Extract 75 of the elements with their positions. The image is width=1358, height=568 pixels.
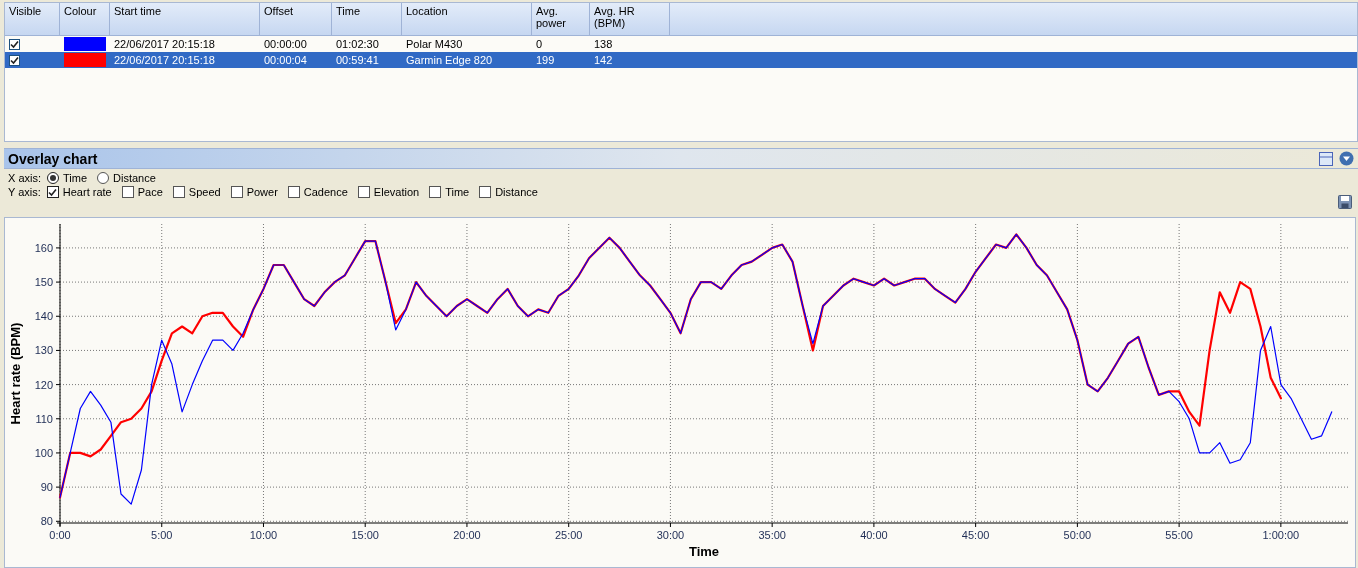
checkbox[interactable]	[287, 186, 300, 198]
dropdown-icon[interactable]	[1339, 151, 1354, 166]
radio-button[interactable]	[47, 172, 59, 184]
table-cell-text: 22/06/2017 20:15:18	[113, 53, 216, 68]
y-tick-label: 80	[40, 515, 53, 528]
table-cell-text: 0	[535, 37, 544, 52]
table-cell-text: 00:00:04	[263, 53, 308, 68]
checkbox[interactable]	[172, 186, 185, 198]
y-tick-label: 160	[34, 241, 53, 254]
x-tick-label: 30:00	[656, 529, 685, 541]
column-header[interactable]: Avg. power	[532, 3, 590, 35]
x-tick-label: 10:00	[249, 529, 278, 541]
column-header[interactable]: Location	[402, 3, 532, 35]
x-tick-label: 1:00:00	[1262, 529, 1300, 541]
x-tick-label: 45:00	[961, 529, 990, 541]
option-label: Heart rate	[62, 186, 112, 198]
visible-checkbox[interactable]	[9, 38, 20, 50]
y-tick-label: 110	[35, 412, 53, 425]
column-header[interactable]: Colour	[60, 3, 110, 35]
table-row[interactable]: 22/06/2017 20:15:18 00:00:00 01:02:30 Polar M430 0 138	[5, 36, 1357, 52]
x-tick-label: 5:00	[151, 529, 173, 541]
checkbox[interactable]	[230, 186, 243, 198]
column-header[interactable]: Avg. HR (BPM)	[590, 3, 670, 35]
save-icon[interactable]	[1338, 195, 1352, 209]
y-tick-label: 140	[34, 310, 53, 323]
table-cell-text: 199	[535, 53, 556, 68]
column-header[interactable]: Offset	[260, 3, 332, 35]
table-cell-text: 00:00:00	[263, 37, 308, 52]
x-tick-label: 0:00	[49, 529, 71, 541]
option-label: Distance	[113, 172, 156, 184]
panel-title: Overlay chart	[8, 150, 98, 167]
table-cell-text: Garmin Edge 820	[405, 53, 494, 68]
option-label: Pace	[137, 186, 163, 198]
x-axis-label: X axis:	[8, 172, 41, 184]
option-label: Time	[63, 172, 88, 184]
y-tick-label: 130	[34, 344, 53, 357]
x-tick-label: 25:00	[554, 529, 583, 541]
option-label: Power	[246, 186, 278, 198]
checkmark-icon	[48, 187, 58, 197]
column-header[interactable]: Visible	[5, 3, 60, 35]
y-axis-label: Y axis:	[8, 186, 41, 198]
checkbox[interactable]	[357, 186, 370, 198]
x-tick-label: 50:00	[1063, 529, 1092, 541]
option-label: Distance	[495, 186, 538, 198]
checkbox[interactable]	[46, 186, 59, 198]
y-tick-label: 90	[40, 481, 53, 494]
table-cell-text: 22/06/2017 20:15:18	[113, 37, 216, 52]
x-axis-title: Time	[688, 544, 720, 559]
option-label: Elevation	[373, 186, 420, 198]
table-row[interactable]: 22/06/2017 20:15:18 00:00:04 00:59:41 Garmin Edge 820 199 142	[5, 52, 1357, 68]
visible-checkbox[interactable]	[9, 54, 20, 66]
checkbox[interactable]	[121, 186, 134, 198]
checkbox[interactable]	[429, 186, 442, 198]
table-cell-text: 138	[593, 37, 614, 52]
x-tick-label: 55:00	[1165, 529, 1193, 541]
table-cell-text: 00:59:41	[335, 53, 380, 68]
table-cell-text: Polar M430	[405, 37, 464, 52]
option-label: Speed	[188, 186, 221, 198]
column-header[interactable]: Time	[332, 3, 402, 35]
checkbox[interactable]	[479, 186, 492, 198]
y-axis-title: Heart rate (BPM)	[8, 322, 23, 425]
x-tick-label: 35:00	[758, 529, 786, 541]
column-header[interactable]: Start time	[110, 3, 260, 35]
y-tick-label: 120	[34, 378, 53, 391]
x-tick-label: 20:00	[453, 529, 481, 541]
layout-icon[interactable]	[1319, 151, 1333, 166]
option-label: Cadence	[303, 186, 348, 198]
y-tick-label: 150	[34, 276, 53, 289]
option-label: Time	[445, 186, 470, 198]
radio-button[interactable]	[97, 172, 110, 184]
x-tick-label: 15:00	[351, 529, 379, 541]
y-tick-label: 100	[34, 446, 53, 459]
x-tick-label: 40:00	[860, 529, 888, 541]
table-cell-text: 01:02:30	[335, 37, 380, 52]
table-cell-text: 142	[593, 53, 614, 68]
